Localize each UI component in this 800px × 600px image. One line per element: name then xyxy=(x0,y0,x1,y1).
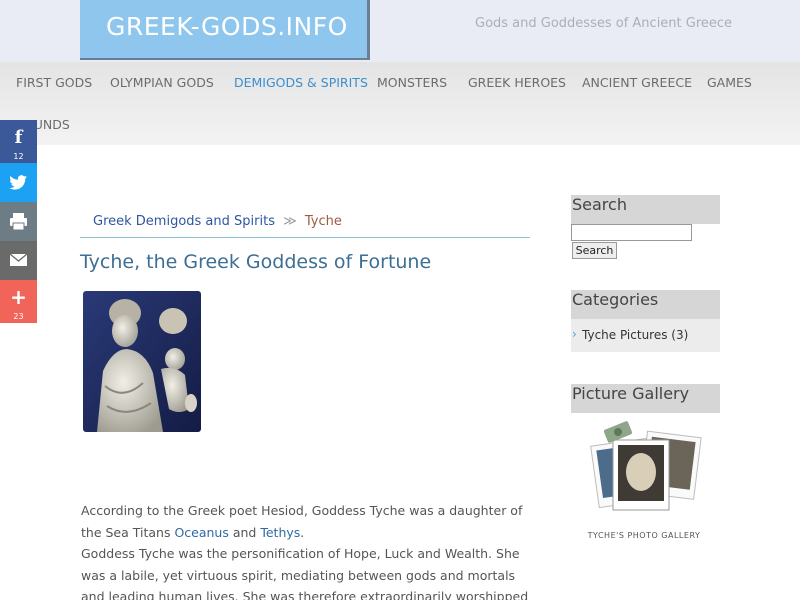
printer-icon xyxy=(10,213,27,231)
picture-gallery-heading: Picture Gallery xyxy=(571,384,720,413)
categories-list: › Tyche Pictures (3) xyxy=(571,319,720,352)
categories-heading: Categories xyxy=(571,290,720,319)
facebook-share-count: 12 xyxy=(13,152,24,161)
gallery-caption: TYCHE'S PHOTO GALLERY xyxy=(587,531,701,540)
site-logo-text[interactable]: GREEK-GODS.INFO xyxy=(106,12,348,41)
facebook-icon: f xyxy=(14,127,23,148)
photo-gallery-thumbnail[interactable]: TYCHE'S PHOTO GALLERY xyxy=(583,420,705,545)
twitter-icon xyxy=(9,175,28,190)
envelope-icon xyxy=(9,253,28,266)
print-button[interactable] xyxy=(0,202,37,241)
breadcrumb-parent-link[interactable]: Greek Demigods and Spirits xyxy=(93,214,275,229)
article-text: . xyxy=(300,524,305,540)
breadcrumb-separator: ≫ xyxy=(283,214,297,229)
tethys-link[interactable]: Tethys xyxy=(260,525,300,540)
more-share-button[interactable]: + 23 xyxy=(0,280,37,323)
social-share-bar: f 12 + 23 xyxy=(0,120,37,323)
site-logo[interactable]: GREEK-GODS.INFO xyxy=(80,0,370,60)
twitter-share-button[interactable] xyxy=(0,163,37,202)
nav-item-olympian-gods[interactable]: OLYMPIAN GODS xyxy=(110,75,214,90)
site-tagline: Gods and Goddesses of Ancient Greece xyxy=(475,16,733,31)
article-text: and xyxy=(228,524,261,540)
chevron-right-icon: › xyxy=(572,327,577,341)
search-input[interactable] xyxy=(571,224,692,241)
breadcrumb-current: Tyche xyxy=(304,214,342,229)
nav-item-games[interactable]: GAMES xyxy=(707,75,752,90)
facebook-share-button[interactable]: f 12 xyxy=(0,120,37,163)
nav-item-ancient-greece[interactable]: ANCIENT GREECE xyxy=(582,75,692,90)
site-header: GREEK-GODS.INFO Gods and Goddesses of An… xyxy=(0,0,800,62)
plus-icon: + xyxy=(10,285,27,309)
nav-item-first-gods[interactable]: FIRST GODS xyxy=(16,75,92,90)
breadcrumb: Greek Demigods and Spirits ≫ Tyche xyxy=(93,214,342,229)
tyche-statue-image[interactable] xyxy=(83,291,201,432)
nav-item-demigods-spirits[interactable]: DEMIGODS & SPIRITS xyxy=(234,75,368,90)
oceanus-link[interactable]: Oceanus xyxy=(174,525,228,540)
search-button[interactable]: Search xyxy=(572,242,617,259)
article-paragraph: According to the Greek poet Hesiod, Godd… xyxy=(81,500,541,543)
email-share-button[interactable] xyxy=(0,241,37,280)
search-heading: Search xyxy=(571,195,720,224)
breadcrumb-divider xyxy=(80,237,530,238)
page-title: Tyche, the Greek Goddess of Fortune xyxy=(80,251,432,273)
nav-item-greek-heroes[interactable]: GREEK HEROES xyxy=(468,75,566,90)
category-item-tyche-pictures[interactable]: Tyche Pictures (3) xyxy=(582,328,688,342)
more-share-count: 23 xyxy=(13,312,24,321)
article-paragraph: Goddess Tyche was the personification of… xyxy=(81,546,529,600)
main-navigation: FIRST GODS OLYMPIAN GODS DEMIGODS & SPIR… xyxy=(0,62,800,145)
nav-item-monsters[interactable]: MONSTERS xyxy=(377,75,447,90)
article-body: According to the Greek poet Hesiod, Godd… xyxy=(81,500,541,600)
